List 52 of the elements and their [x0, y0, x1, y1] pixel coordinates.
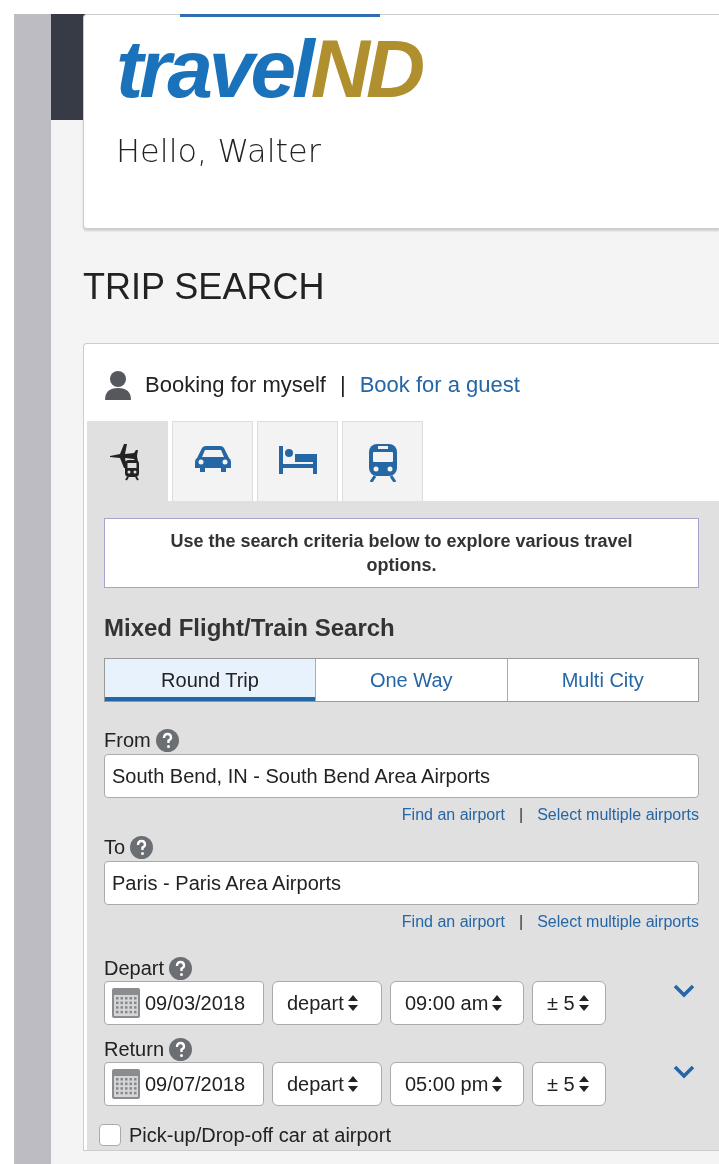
calendar-icon [111, 987, 141, 1019]
date-field[interactable]: 09/07/2018 [104, 1062, 264, 1106]
page-title: TRIP SEARCH [83, 267, 326, 307]
range-select[interactable]: ± 5 [532, 1062, 606, 1106]
trip-type-tab[interactable]: Round Trip [105, 659, 315, 701]
sort-arrows-icon [492, 993, 503, 1013]
range-select[interactable]: ± 5 [532, 981, 606, 1025]
sort-arrows-icon [347, 993, 358, 1013]
chevron-down-icon[interactable] [673, 984, 695, 998]
trip-type-tab[interactable]: Multi City [506, 659, 698, 701]
travel-tab[interactable] [172, 421, 253, 501]
airport-link[interactable]: Find an airport [401, 803, 505, 827]
checkbox[interactable] [99, 1124, 121, 1146]
sort-arrows-icon [492, 1074, 503, 1094]
greeting: Hello, Walter [116, 131, 321, 172]
checkbox-label: Pick-up/Drop-off car at airport [129, 1123, 391, 1148]
mode-select[interactable]: depart [272, 1062, 382, 1106]
person-icon [105, 369, 131, 400]
field-label: To [104, 835, 126, 859]
mode-select[interactable]: depart [272, 981, 382, 1025]
field-label: Return [104, 1037, 165, 1061]
airport-link[interactable]: Find an airport [401, 910, 505, 934]
travel-tab[interactable] [87, 421, 168, 501]
location-input[interactable]: South Bend, IN - South Bend Area Airports [104, 754, 699, 798]
separator: | [339, 371, 346, 399]
sort-arrows-icon [578, 993, 589, 1013]
time-select[interactable]: 09:00 am [390, 981, 524, 1025]
field-label: Depart [104, 956, 165, 980]
help-icon [169, 956, 193, 980]
sort-arrows-icon [347, 1074, 358, 1094]
travel-tab[interactable] [342, 421, 423, 501]
separator: | [519, 912, 524, 932]
travel-tab[interactable] [257, 421, 338, 501]
calendar-icon [111, 1068, 141, 1100]
guest-link[interactable]: Book for a guest [359, 368, 520, 401]
section-heading: Mixed Flight/Train Search [104, 613, 396, 643]
chevron-down-icon[interactable] [673, 1065, 695, 1079]
logo-word: travel [116, 23, 311, 114]
help-icon [155, 728, 179, 752]
sort-arrows-icon [578, 1074, 589, 1094]
time-select[interactable]: 05:00 pm [390, 1062, 524, 1106]
separator: | [519, 805, 524, 825]
airport-link[interactable]: Select multiple airports [537, 910, 699, 934]
airport-link[interactable]: Select multiple airports [537, 803, 699, 827]
date-field[interactable]: 09/03/2018 [104, 981, 264, 1025]
location-input[interactable]: Paris - Paris Area Airports [104, 861, 699, 905]
booking-self-label: Booking for myself [145, 371, 326, 399]
info-notice: Use the search criteria below to explore various travel options. [104, 518, 699, 588]
field-label: From [104, 728, 151, 752]
trip-type-tab[interactable]: One Way [315, 659, 507, 701]
help-icon [169, 1037, 193, 1061]
help-icon [130, 835, 154, 859]
